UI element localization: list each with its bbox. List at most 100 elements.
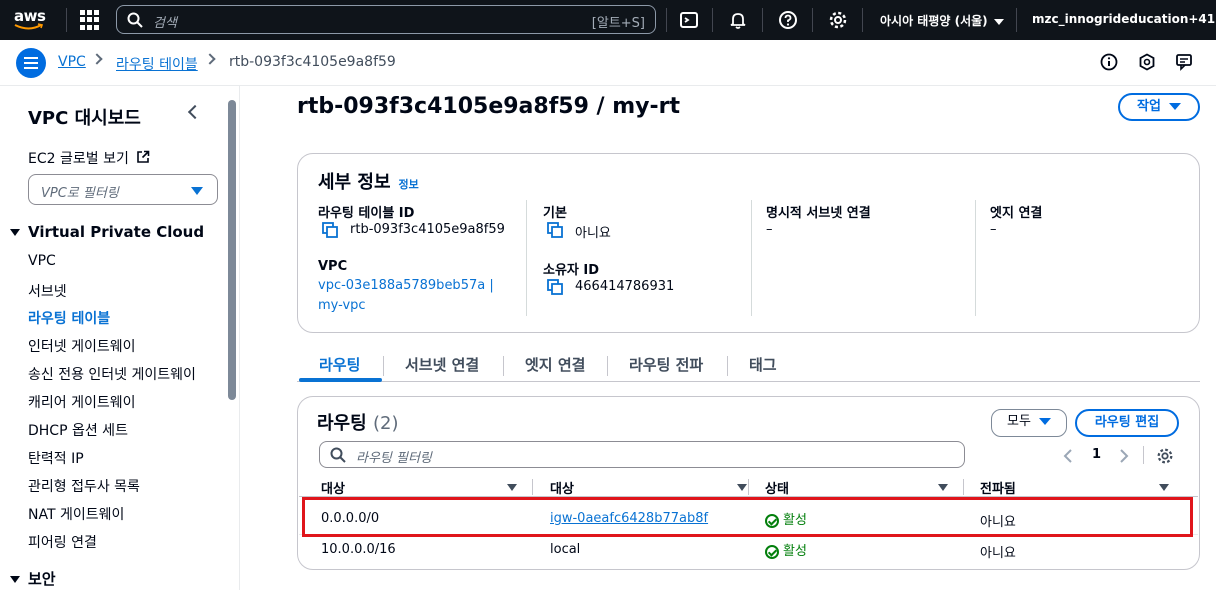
tabs-baseline — [297, 381, 1200, 382]
breadcrumb-route-tables[interactable]: 라우팅 테이블 — [116, 54, 198, 74]
sidebar-item-prefix-lists[interactable]: 관리형 접두사 목록 — [28, 476, 140, 496]
chevron-right-icon — [204, 53, 216, 65]
services-grid-icon[interactable] — [80, 10, 100, 30]
sidebar-item-carrier-gateways[interactable]: 캐리어 게이트웨이 — [28, 392, 136, 412]
divider — [526, 200, 527, 316]
account-menu[interactable]: mzc_innogrideducation+41 — [1032, 12, 1216, 26]
sidebar-item-internet-gateways[interactable]: 인터넷 게이트웨이 — [28, 336, 136, 356]
copy-icon[interactable] — [322, 222, 338, 238]
info-icon[interactable] — [1100, 53, 1118, 71]
search-input[interactable]: 검색 [알트+S] — [116, 5, 656, 34]
routes-heading-text: 라우팅 — [317, 413, 367, 434]
sidebar-item-subnets[interactable]: 서브넷 — [28, 281, 67, 301]
sidebar-item-label: EC2 글로벌 보기 — [28, 151, 129, 167]
sidebar-item-ec2-global[interactable]: EC2 글로벌 보기 — [28, 148, 150, 168]
caret-down-icon — [10, 229, 20, 236]
cloudshell-icon[interactable] — [679, 10, 699, 30]
vpc-link-line1: vpc-03e188a5789beb57a | — [318, 278, 494, 293]
tab-divider — [383, 356, 384, 376]
page-number[interactable]: 1 — [1092, 447, 1101, 462]
divider — [666, 8, 667, 32]
route-filter-input[interactable]: 라우팅 필터링 — [319, 441, 965, 468]
sidebar-item-peering[interactable]: 피어링 연결 — [28, 532, 97, 552]
tab-subnet-associations[interactable]: 서브넷 연결 — [405, 354, 479, 375]
sort-icon[interactable] — [507, 484, 517, 491]
caret-down-icon — [10, 576, 20, 583]
sidebar-item-route-tables[interactable]: 라우팅 테이블 — [28, 308, 110, 328]
column-divider[interactable] — [963, 479, 964, 495]
help-icon[interactable] — [778, 10, 798, 30]
sidebar-scrollbar[interactable] — [228, 86, 236, 590]
details-card: 세부 정보 정보 라우팅 테이블 ID rtb-093f3c4105e9a8f59… — [297, 153, 1200, 333]
chevron-right-icon[interactable] — [1119, 449, 1129, 463]
tab-edge-associations[interactable]: 엣지 연결 — [525, 354, 585, 375]
scrollbar-thumb[interactable] — [228, 100, 236, 400]
vpc-link[interactable]: vpc-03e188a5789beb57a | my-vpc — [318, 276, 494, 316]
route-target: local — [550, 542, 581, 557]
chevron-left-icon[interactable] — [1063, 449, 1073, 463]
routes-count: (2) — [372, 413, 399, 434]
aws-logo[interactable]: aws — [12, 6, 52, 34]
breadcrumb-current: rtb-093f3c4105e9a8f59 — [229, 54, 396, 70]
column-header-status[interactable]: 상태 — [765, 478, 789, 497]
main-label: 기본 — [543, 206, 567, 221]
tab-tags[interactable]: 태그 — [749, 354, 777, 375]
gear-icon[interactable] — [828, 10, 848, 30]
column-divider[interactable] — [748, 479, 749, 495]
actions-label: 작업 — [1137, 99, 1161, 114]
edge-assoc-value: – — [990, 222, 997, 237]
caret-down-icon — [993, 18, 1004, 25]
tab-route-propagation[interactable]: 라우팅 전파 — [629, 354, 703, 375]
sidebar-section-security[interactable]: 보안 — [10, 568, 56, 589]
aws-smile-icon — [14, 23, 44, 30]
hexagon-icon[interactable] — [1138, 53, 1156, 71]
copy-icon[interactable] — [547, 279, 563, 295]
region-selector[interactable]: 아시아 태평양 (서울) — [880, 12, 1004, 29]
sort-icon[interactable] — [1159, 484, 1169, 491]
menu-button[interactable] — [16, 48, 46, 78]
tab-divider — [607, 356, 608, 376]
divider — [751, 200, 752, 316]
info-link[interactable]: 정보 — [399, 178, 419, 191]
explicit-subnet-value: – — [766, 222, 773, 237]
bell-icon[interactable] — [728, 10, 748, 30]
gear-icon[interactable] — [1156, 447, 1174, 465]
sidebar-item-nat-gateways[interactable]: NAT 게이트웨이 — [28, 504, 124, 524]
sidebar-section-label: Virtual Private Cloud — [28, 223, 205, 241]
column-header-target[interactable]: 대상 — [550, 478, 574, 497]
tab-routes[interactable]: 라우팅 — [319, 354, 360, 375]
copy-icon[interactable] — [547, 222, 563, 238]
owner-id-value: 466414786931 — [575, 279, 675, 294]
column-header-destination[interactable]: 대상 — [321, 478, 345, 497]
breadcrumb-bar: VPC 라우팅 테이블 rtb-093f3c4105e9a8f59 — [0, 40, 1216, 86]
route-filter-select[interactable]: 모두 — [991, 409, 1067, 437]
sidebar-section-vpc[interactable]: Virtual Private Cloud — [10, 223, 204, 241]
edit-routes-button[interactable]: 라우팅 편집 — [1075, 409, 1179, 437]
column-header-propagated[interactable]: 전파됨 — [980, 478, 1016, 497]
sidebar-item-elastic-ips[interactable]: 탄력적 IP — [28, 448, 84, 468]
column-divider[interactable] — [532, 479, 533, 495]
sort-icon[interactable] — [737, 484, 747, 491]
active-tab-indicator — [299, 378, 382, 382]
chevron-right-icon — [91, 53, 103, 65]
details-heading: 세부 정보 정보 — [318, 168, 419, 194]
caret-down-icon — [1038, 418, 1051, 425]
caret-down-icon — [191, 187, 203, 195]
divider — [66, 8, 67, 32]
collapse-sidebar-icon[interactable] — [187, 104, 203, 120]
breadcrumb-vpc[interactable]: VPC — [58, 54, 86, 70]
menu-icon-line — [24, 67, 38, 69]
feedback-icon[interactable] — [1175, 53, 1193, 71]
divider — [862, 8, 863, 32]
sidebar-item-dhcp-option-sets[interactable]: DHCP 옵션 세트 — [28, 420, 128, 440]
divider — [762, 8, 763, 32]
sort-icon[interactable] — [938, 484, 948, 491]
actions-button[interactable]: 작업 — [1118, 93, 1200, 121]
edge-assoc-label: 엣지 연결 — [990, 206, 1043, 221]
sidebar-item-egress-only-igw[interactable]: 송신 전용 인터넷 게이트웨이 — [28, 364, 196, 384]
vpc-filter-select[interactable]: VPC로 필터링 — [28, 174, 218, 205]
top-navigation-bar: aws 검색 [알트+S] 아시아 태평양 (서울) mzc_innogride… — [0, 0, 1216, 40]
sidebar-title[interactable]: VPC 대시보드 — [28, 104, 141, 130]
sidebar-item-vpc[interactable]: VPC — [28, 253, 56, 269]
search-shortcut: [알트+S] — [591, 16, 645, 31]
